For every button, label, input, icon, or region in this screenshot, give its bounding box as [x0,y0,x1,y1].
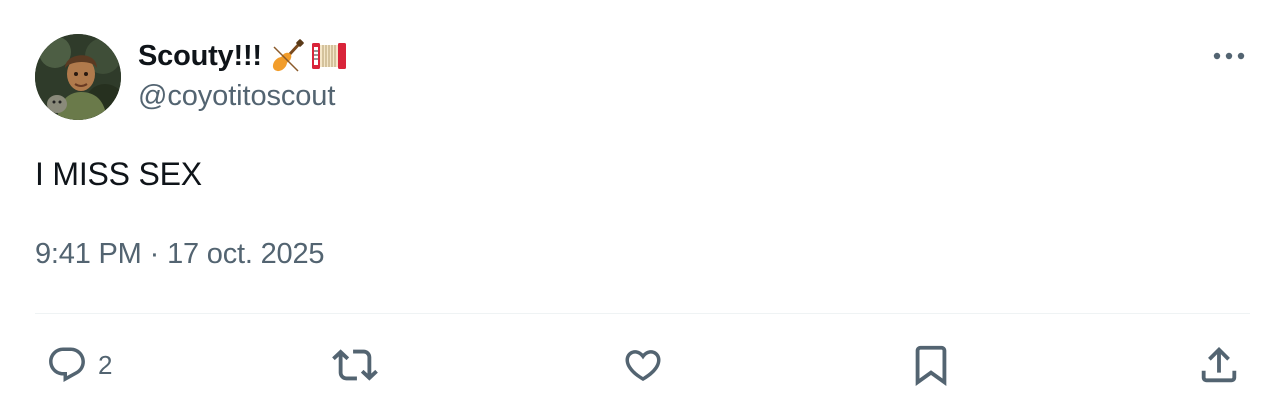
tweet-timestamp: 9:41 PM · 17 oct. 2025 [35,238,325,271]
share-icon [1201,346,1237,383]
author-name-row[interactable]: Scouty!!! [138,36,348,76]
author-handle[interactable]: @coyotitoscout [138,80,335,113]
like-button[interactable] [620,340,666,390]
avatar-image [35,34,121,120]
violin-emoji-icon [268,37,306,75]
bookmark-button[interactable] [908,340,954,390]
repost-icon [332,349,378,381]
tweet-time-link[interactable]: 9:41 PM [35,238,142,271]
divider [35,313,1250,314]
avatar[interactable] [35,34,121,120]
more-horizontal-icon [1213,52,1245,60]
reply-icon [49,347,85,382]
share-button[interactable] [1196,340,1242,390]
tweet-text: I MISS SEX [35,156,202,192]
reply-count: 2 [98,349,113,380]
heart-icon [625,350,661,382]
tweet-date-link[interactable]: 17 oct. 2025 [167,238,324,271]
bookmark-icon [915,345,947,386]
more-button[interactable] [1208,40,1250,72]
meta-separator: · [149,238,160,270]
repost-button[interactable] [330,340,380,390]
accordion-emoji-icon [310,37,348,75]
author-display-name[interactable]: Scouty!!! [138,40,262,73]
reply-button[interactable]: 2 [44,340,112,390]
tweet: Scouty!!! @coyotitoscout I MISS SEX 9:41… [0,0,1284,414]
